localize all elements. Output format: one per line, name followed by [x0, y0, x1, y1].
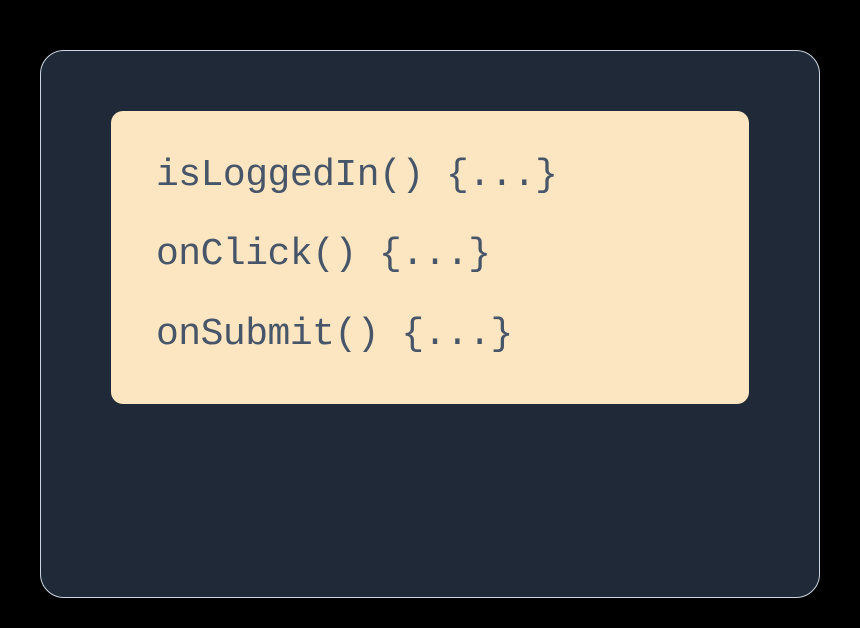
code-panel: isLoggedIn() {...} onClick() {...} onSub… — [40, 50, 820, 598]
code-line: onClick() {...} — [156, 230, 704, 279]
code-box: isLoggedIn() {...} onClick() {...} onSub… — [111, 111, 749, 404]
code-line: isLoggedIn() {...} — [156, 151, 704, 200]
code-line: onSubmit() {...} — [156, 310, 704, 359]
